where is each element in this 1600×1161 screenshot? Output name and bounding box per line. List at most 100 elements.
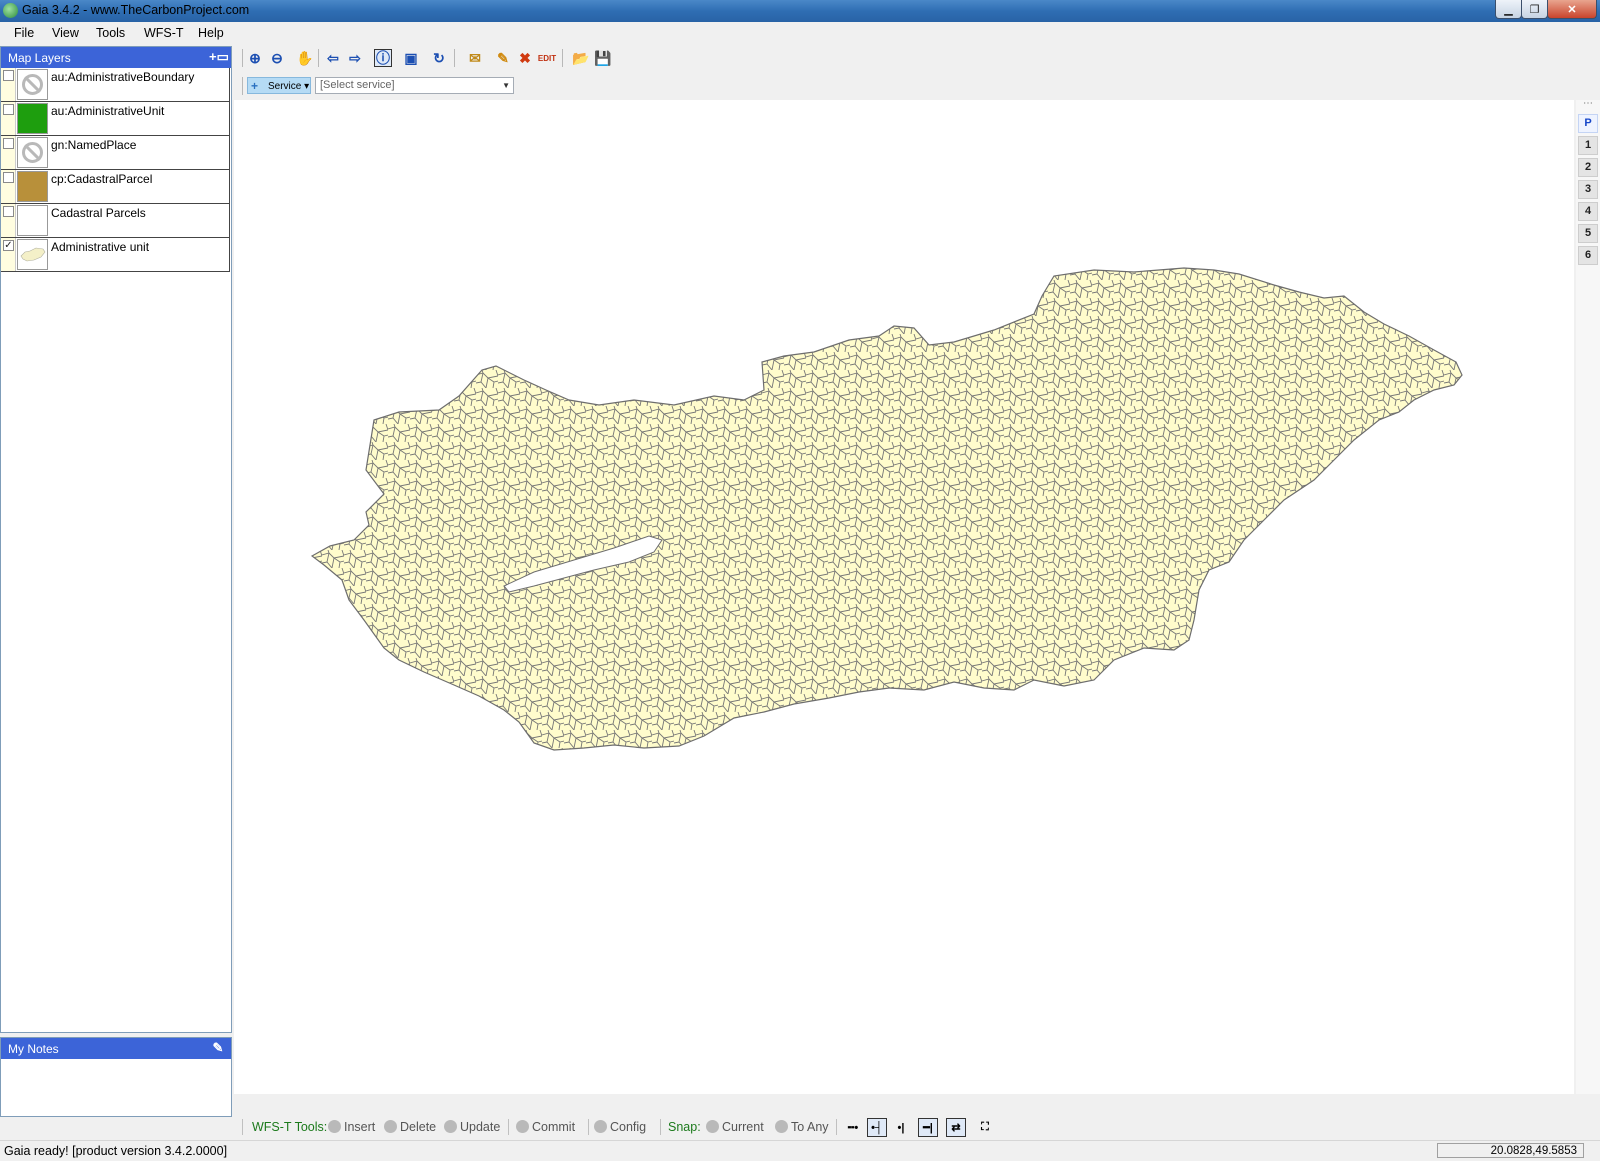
layer-name: au:AdministrativeUnit <box>51 104 165 118</box>
service-button-label: Service <box>268 81 302 92</box>
page-tab-2[interactable]: 2 <box>1578 158 1598 177</box>
layer-name: au:AdministrativeBoundary <box>51 70 195 84</box>
snap-current-button[interactable]: Current <box>706 1120 764 1134</box>
layer-row-cadastral-parcels[interactable]: Cadastral Parcels <box>1 204 230 238</box>
refresh-icon[interactable]: ↻ <box>430 49 448 67</box>
status-bar: Gaia ready! [product version 3.4.2.0000]… <box>0 1140 1600 1161</box>
layer-name: Cadastral Parcels <box>51 206 146 220</box>
back-arrow-icon[interactable]: ⇦ <box>324 49 342 67</box>
map-layers-panel: Map Layers +▭ au:AdministrativeBoundary … <box>0 46 232 1033</box>
page-tab-4[interactable]: 4 <box>1578 202 1598 221</box>
main-toolbar: ⊕ ⊖ ✋ ⇦ ⇨ ⓘ ▣ ↻ ✉ ✎ ✖ EDIT 📂 💾 <box>240 46 660 70</box>
menu-file[interactable]: File <box>14 26 34 40</box>
map-canvas[interactable] <box>234 100 1574 1094</box>
close-button[interactable]: ✕ <box>1547 0 1597 19</box>
grip-dots-icon: ⋯ <box>1583 98 1593 109</box>
maximize-button[interactable]: ❐ <box>1521 0 1548 19</box>
delete-icon[interactable]: ✖ <box>516 49 534 67</box>
my-notes-panel: My Notes ✎ <box>0 1037 232 1117</box>
page-tab-6[interactable]: 6 <box>1578 246 1598 265</box>
hungary-admin-units[interactable] <box>310 267 1463 751</box>
save-disk-icon[interactable]: 💾 <box>594 49 612 67</box>
page-tab-1[interactable]: 1 <box>1578 136 1598 155</box>
delete-tool-icon <box>384 1120 397 1133</box>
update-button[interactable]: Update <box>444 1120 500 1134</box>
snap-current-label: Current <box>722 1120 764 1134</box>
layer-visibility-checkbox[interactable]: ✓ <box>3 240 14 251</box>
layer-name: Administrative unit <box>51 240 150 254</box>
commit-icon <box>516 1120 529 1133</box>
service-select[interactable]: [Select service] ▼ <box>315 77 514 94</box>
add-note-tool-icon[interactable]: ✉ <box>466 49 484 67</box>
layer-visibility-checkbox[interactable] <box>3 172 14 183</box>
pan-hand-icon[interactable]: ✋ <box>296 49 314 67</box>
page-tab-p[interactable]: P <box>1578 114 1598 133</box>
map-layers-title: Map Layers <box>8 51 71 65</box>
snap-area-icon[interactable]: ⛶ <box>975 1118 995 1137</box>
insert-label: Insert <box>344 1120 376 1134</box>
my-notes-header: My Notes ✎ <box>1 1038 231 1059</box>
minimize-button[interactable]: ▁ <box>1495 0 1522 19</box>
empty-swatch <box>17 205 48 236</box>
layer-row-administrative-unit-wfs[interactable]: au:AdministrativeUnit <box>1 102 230 136</box>
app-globe-icon <box>3 3 18 18</box>
config-button[interactable]: Config <box>594 1120 646 1134</box>
full-extent-icon[interactable]: ▣ <box>402 49 420 67</box>
snap-start-icon[interactable]: •┤ <box>867 1118 887 1137</box>
page-tab-strip: ⋯ P 1 2 3 4 5 6 <box>1576 98 1600 1094</box>
map-thumbnail-icon <box>17 239 48 270</box>
edit-doc-icon[interactable]: EDIT <box>538 49 556 67</box>
menu-wfs-t[interactable]: WFS-T <box>144 26 184 40</box>
no-symbol-icon <box>17 137 48 168</box>
open-folder-icon[interactable]: 📂 <box>572 49 590 67</box>
layer-visibility-checkbox[interactable] <box>3 138 14 149</box>
insert-button[interactable]: Insert <box>328 1120 375 1134</box>
snap-vertex-icon[interactable]: ╍• <box>843 1118 863 1137</box>
zoom-out-icon[interactable]: ⊖ <box>268 49 286 67</box>
edit-pencil-icon[interactable]: ✎ <box>494 49 512 67</box>
config-icon <box>594 1120 607 1133</box>
wfs-t-toolbar: WFS-T Tools: Insert Delete Update Commit… <box>240 1115 1250 1139</box>
info-icon[interactable]: ⓘ <box>374 49 392 67</box>
config-label: Config <box>610 1120 647 1134</box>
menu-view[interactable]: View <box>52 26 79 40</box>
snap-end-icon[interactable]: •| <box>891 1118 911 1137</box>
snap-segment-icon[interactable]: ━| <box>918 1118 938 1137</box>
wfs-t-tools-label: WFS-T Tools: <box>252 1120 328 1134</box>
snap-midpoint-icon[interactable]: ⇄ <box>946 1118 966 1137</box>
zoom-in-icon[interactable]: ⊕ <box>246 49 264 67</box>
plus-icon: + <box>251 79 259 93</box>
map-svg[interactable] <box>234 100 1574 1094</box>
menu-tools[interactable]: Tools <box>96 26 125 40</box>
layer-row-named-place[interactable]: gn:NamedPlace <box>1 136 230 170</box>
snap-to-any-button[interactable]: To Any <box>775 1120 829 1134</box>
layer-name: gn:NamedPlace <box>51 138 137 152</box>
delete-button[interactable]: Delete <box>384 1120 436 1134</box>
commit-label: Commit <box>532 1120 576 1134</box>
forward-arrow-icon[interactable]: ⇨ <box>346 49 364 67</box>
layer-row-administrative-boundary[interactable]: au:AdministrativeBoundary <box>1 68 230 102</box>
layer-name: cp:CadastralParcel <box>51 172 153 186</box>
snap-any-icon <box>775 1120 788 1133</box>
layer-visibility-checkbox[interactable] <box>3 70 14 81</box>
layer-visibility-checkbox[interactable] <box>3 206 14 217</box>
page-tab-3[interactable]: 3 <box>1578 180 1598 199</box>
page-tab-5[interactable]: 5 <box>1578 224 1598 243</box>
layer-row-administrative-unit[interactable]: ✓ Administrative unit <box>1 238 230 272</box>
chevron-down-icon: ▼ <box>502 81 510 90</box>
service-button[interactable]: + Service ▾ <box>247 77 311 94</box>
my-notes-title: My Notes <box>8 1042 59 1056</box>
map-layers-header: Map Layers +▭ <box>1 47 231 68</box>
add-note-icon[interactable]: ✎ <box>209 1040 227 1056</box>
menu-help[interactable]: Help <box>198 26 224 40</box>
layer-row-cadastral-parcel-wfs[interactable]: cp:CadastralParcel <box>1 170 230 204</box>
layer-visibility-checkbox[interactable] <box>3 104 14 115</box>
title-bar: Gaia 3.4.2 - www.TheCarbonProject.com ▁ … <box>0 0 1600 22</box>
add-layer-icon[interactable]: +▭ <box>209 49 229 65</box>
update-label: Update <box>460 1120 501 1134</box>
commit-button[interactable]: Commit <box>516 1120 575 1134</box>
status-message: Gaia ready! [product version 3.4.2.0000] <box>4 1144 228 1158</box>
delete-label: Delete <box>400 1120 437 1134</box>
service-select-placeholder: [Select service] <box>320 79 395 91</box>
window-title: Gaia 3.4.2 - www.TheCarbonProject.com <box>22 3 250 17</box>
